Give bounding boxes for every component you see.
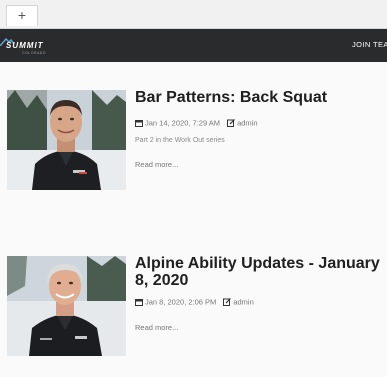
join-team-link[interactable]: JOIN TEA — [352, 40, 387, 49]
man-portrait-image — [7, 256, 126, 356]
post-thumbnail[interactable] — [7, 256, 126, 356]
site-navbar: SUMMIT COLORADO JOIN TEA — [0, 29, 387, 62]
post-meta: Jan 14, 2020, 7:29 AM admin — [135, 118, 258, 128]
edit-icon — [223, 298, 232, 307]
man-portrait-image — [7, 90, 126, 190]
post-thumbnail[interactable] — [7, 90, 126, 190]
post-date: Jan 14, 2020, 7:29 AM — [145, 118, 221, 128]
post-title[interactable]: Alpine Ability Updates - January 8, 2020 — [135, 255, 380, 289]
site-logo[interactable]: SUMMIT COLORADO — [0, 38, 60, 56]
new-tab-button[interactable]: + — [6, 5, 38, 26]
post-title[interactable]: Bar Patterns: Back Squat — [135, 89, 380, 106]
calendar-icon — [135, 299, 143, 307]
logo-subtext: COLORADO — [22, 51, 47, 55]
read-more-link[interactable]: Read more... — [135, 323, 178, 332]
post-date: Jan 8, 2020, 2:06 PM — [145, 297, 217, 307]
post-author[interactable]: admin — [233, 298, 253, 307]
blog-list: Bar Patterns: Back Squat Jan 14, 2020, 7… — [0, 62, 387, 377]
browser-tab-strip: + — [0, 0, 387, 29]
post-meta: Jan 8, 2020, 2:06 PM admin — [135, 297, 254, 307]
calendar-icon — [135, 120, 143, 128]
logo-text: SUMMIT — [6, 41, 44, 50]
post-excerpt: Part 2 in the Work Out series — [135, 137, 225, 144]
read-more-link[interactable]: Read more... — [135, 160, 178, 169]
edit-icon — [227, 119, 235, 128]
post-author[interactable]: admin — [237, 119, 257, 128]
